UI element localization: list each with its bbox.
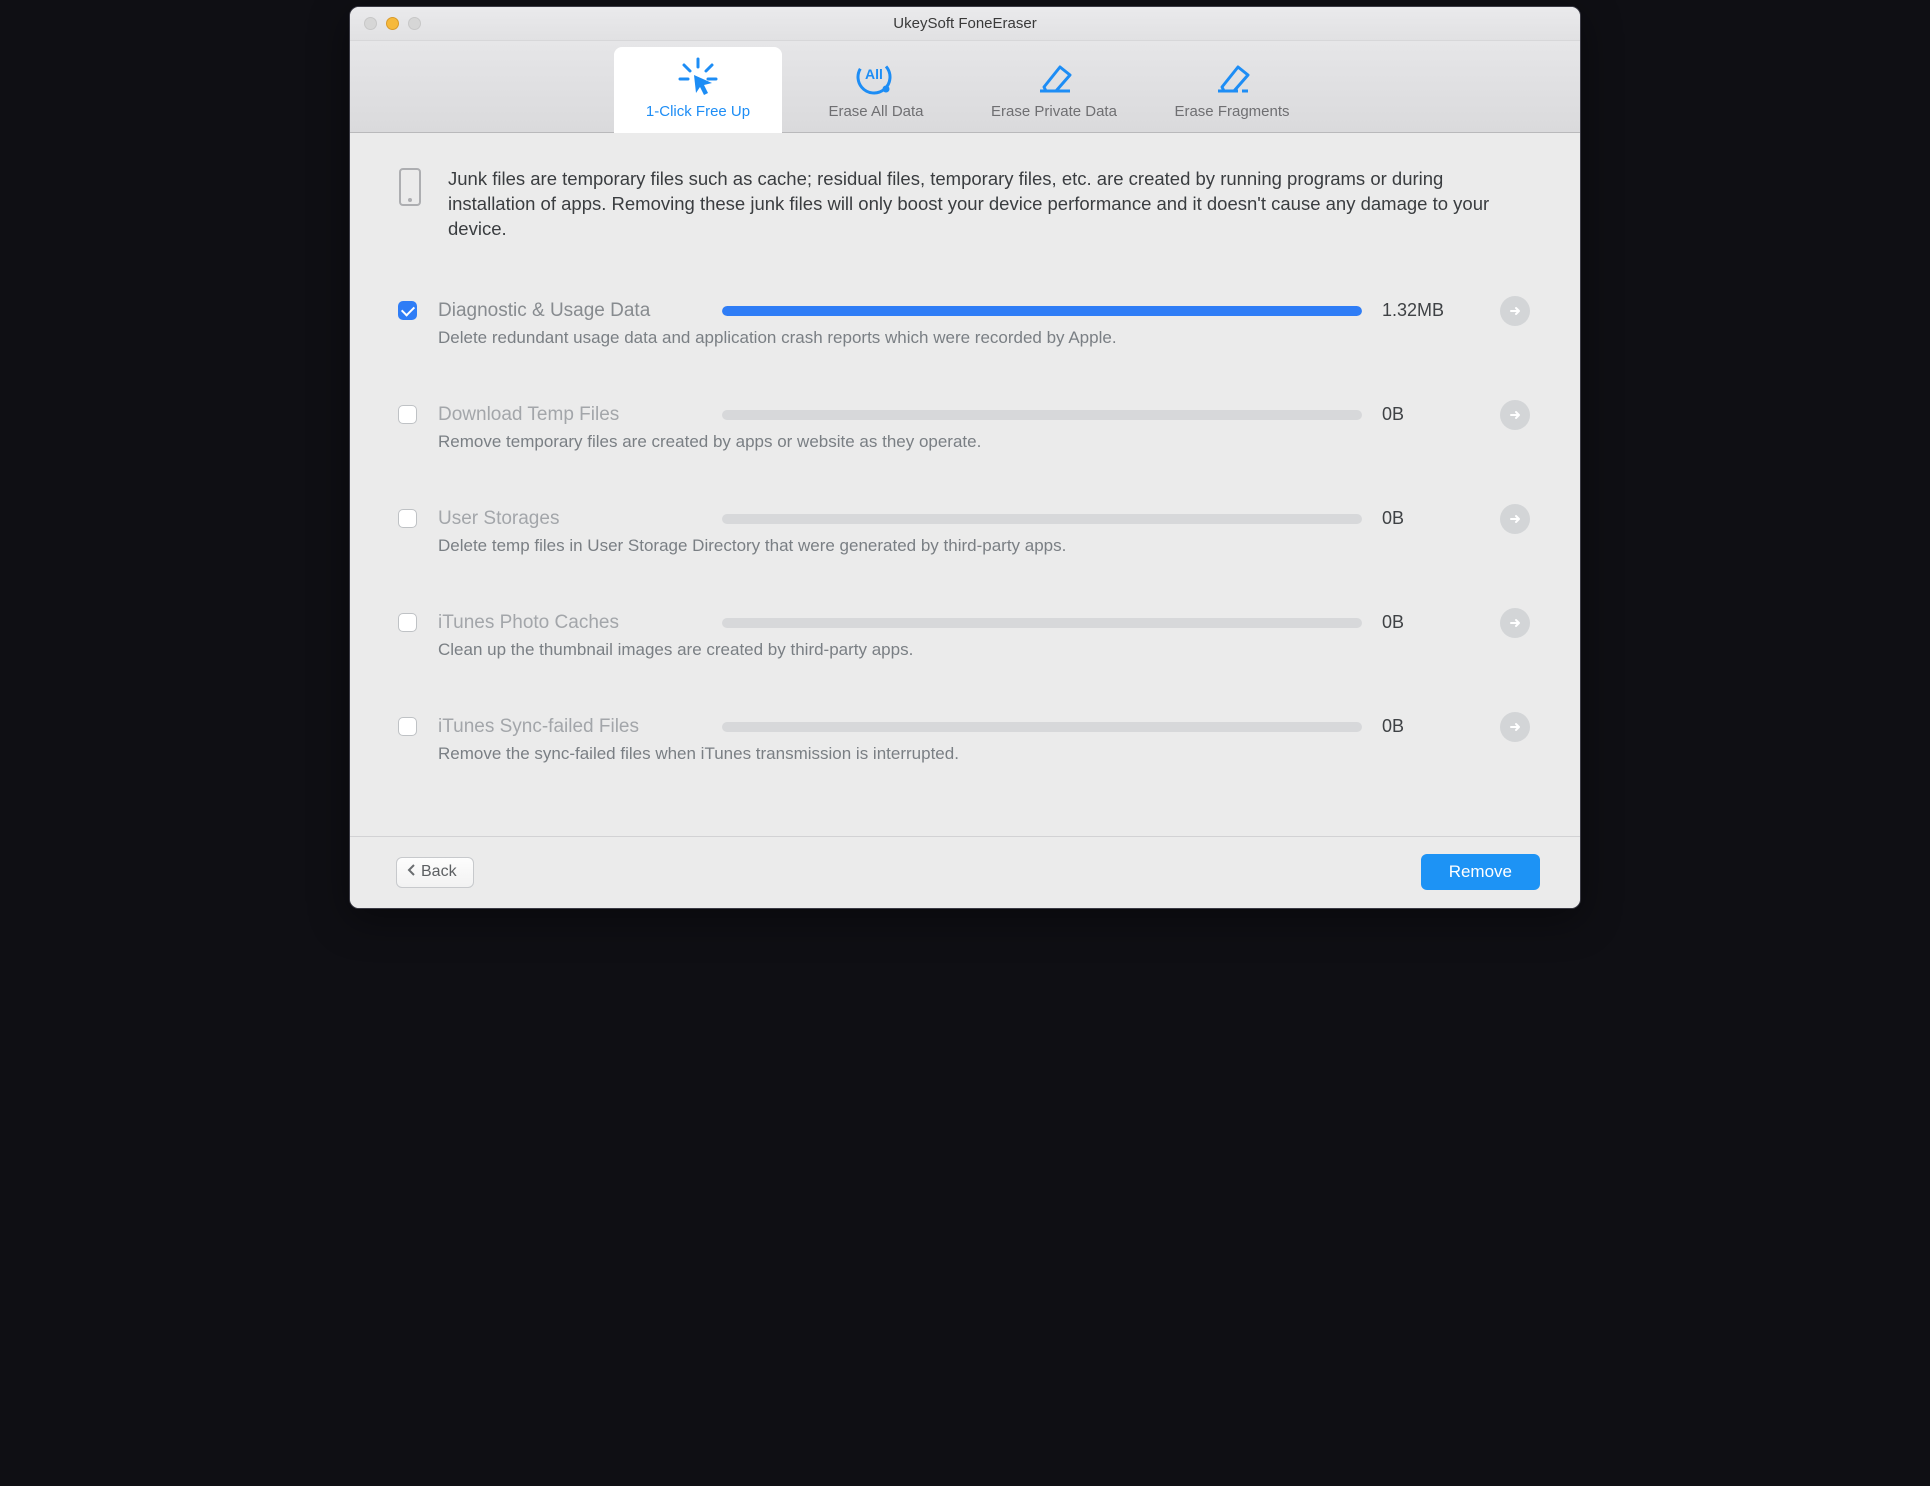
footer-bar: Back Remove xyxy=(350,836,1580,908)
item-progress xyxy=(722,514,1362,524)
tab-label: Erase All Data xyxy=(828,103,923,120)
cursor-spark-icon xyxy=(674,57,722,97)
item-progress xyxy=(722,722,1362,732)
item-size: 0B xyxy=(1376,404,1486,425)
item-desc: Delete redundant usage data and applicat… xyxy=(438,328,1544,348)
item-size: 0B xyxy=(1376,716,1486,737)
zoom-icon[interactable] xyxy=(408,17,421,30)
item-desc: Clean up the thumbnail images are create… xyxy=(438,640,1544,660)
intro-text: Junk files are temporary files such as c… xyxy=(448,167,1528,242)
minimize-icon[interactable] xyxy=(386,17,399,30)
tab-erase-all[interactable]: All Erase All Data xyxy=(792,47,960,132)
chevron-left-icon xyxy=(407,863,417,881)
item-details-button[interactable] xyxy=(1500,400,1530,430)
svg-text:All: All xyxy=(865,66,883,82)
item-progress xyxy=(722,306,1362,316)
junk-item: iTunes Sync-failed Files 0B Remove the s… xyxy=(398,712,1544,808)
window-controls xyxy=(364,17,421,30)
item-details-button[interactable] xyxy=(1500,504,1530,534)
tab-erase-private[interactable]: Erase Private Data xyxy=(970,47,1138,132)
item-title: Diagnostic & Usage Data xyxy=(438,300,708,322)
tab-label: 1-Click Free Up xyxy=(646,103,750,120)
intro-block: Junk files are temporary files such as c… xyxy=(398,167,1544,242)
mode-tabs: 1-Click Free Up All Erase All Data xyxy=(350,41,1580,133)
item-title: Download Temp Files xyxy=(438,404,708,426)
item-progress-fill xyxy=(722,306,1362,316)
item-desc: Delete temp files in User Storage Direct… xyxy=(438,536,1544,556)
tab-label: Erase Private Data xyxy=(991,103,1117,120)
eraser-icon xyxy=(1030,57,1078,97)
close-icon[interactable] xyxy=(364,17,377,30)
tab-label: Erase Fragments xyxy=(1174,103,1289,120)
window-title: UkeySoft FoneEraser xyxy=(350,15,1580,32)
titlebar: UkeySoft FoneEraser xyxy=(350,7,1580,41)
item-progress xyxy=(722,410,1362,420)
eraser-fragments-icon xyxy=(1208,57,1256,97)
item-checkbox[interactable] xyxy=(398,717,417,736)
item-title: iTunes Photo Caches xyxy=(438,612,708,634)
item-desc: Remove the sync-failed files when iTunes… xyxy=(438,744,1544,764)
remove-button[interactable]: Remove xyxy=(1421,854,1540,890)
item-details-button[interactable] xyxy=(1500,296,1530,326)
item-title: User Storages xyxy=(438,508,708,530)
item-desc: Remove temporary files are created by ap… xyxy=(438,432,1544,452)
app-window: UkeySoft FoneEraser 1-Click Free Up xyxy=(349,6,1581,909)
tab-free-up[interactable]: 1-Click Free Up xyxy=(614,47,782,132)
remove-label: Remove xyxy=(1449,862,1512,881)
item-size: 0B xyxy=(1376,612,1486,633)
item-size: 1.32MB xyxy=(1376,300,1486,321)
item-checkbox[interactable] xyxy=(398,613,417,632)
junk-item: Download Temp Files 0B Remove temporary … xyxy=(398,400,1544,496)
content-area: Junk files are temporary files such as c… xyxy=(350,133,1580,836)
erase-all-icon: All xyxy=(852,57,900,97)
item-title: iTunes Sync-failed Files xyxy=(438,716,708,738)
junk-item: Diagnostic & Usage Data 1.32MB Delete re… xyxy=(398,296,1544,392)
item-details-button[interactable] xyxy=(1500,712,1530,742)
junk-item: iTunes Photo Caches 0B Clean up the thum… xyxy=(398,608,1544,704)
item-progress xyxy=(722,618,1362,628)
item-checkbox[interactable] xyxy=(398,405,417,424)
tab-erase-fragments[interactable]: Erase Fragments xyxy=(1148,47,1316,132)
back-button[interactable]: Back xyxy=(396,857,474,888)
item-size: 0B xyxy=(1376,508,1486,529)
item-checkbox[interactable] xyxy=(398,301,417,320)
back-label: Back xyxy=(421,863,457,881)
item-checkbox[interactable] xyxy=(398,509,417,528)
junk-item: User Storages 0B Delete temp files in Us… xyxy=(398,504,1544,600)
item-details-button[interactable] xyxy=(1500,608,1530,638)
phone-icon xyxy=(398,167,422,207)
